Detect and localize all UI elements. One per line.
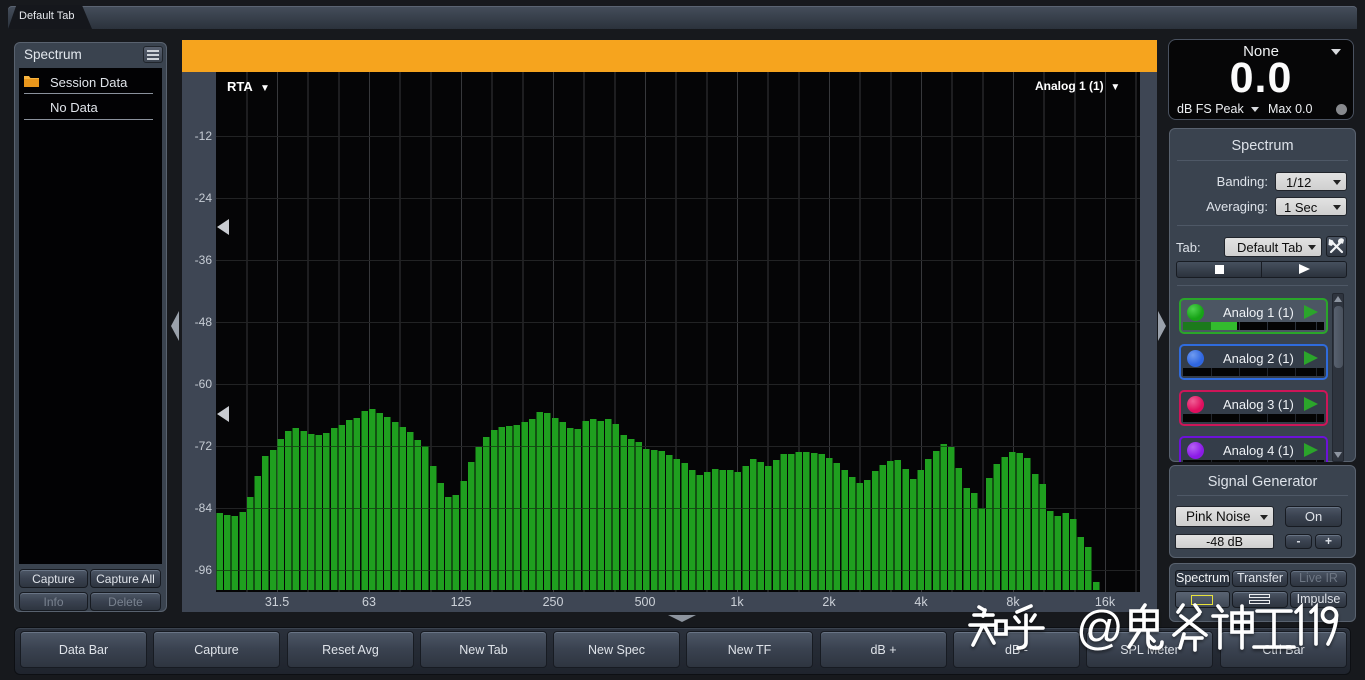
- svg-text:@: @: [1076, 601, 1124, 654]
